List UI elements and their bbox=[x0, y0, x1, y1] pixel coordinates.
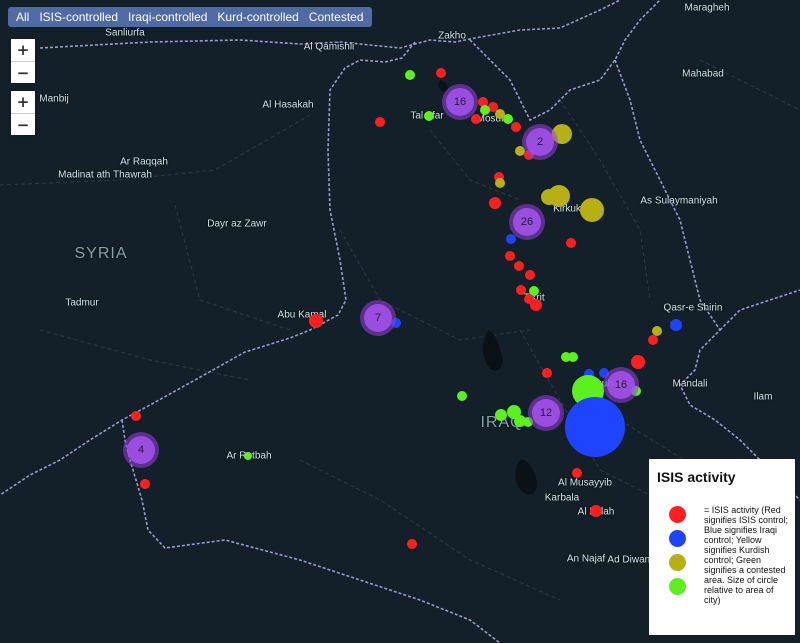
activity-marker-contested[interactable] bbox=[424, 111, 434, 121]
place-label: Al Musayyib bbox=[558, 477, 612, 489]
cluster-marker[interactable]: 16 bbox=[603, 367, 639, 403]
activity-marker-isis[interactable] bbox=[648, 335, 658, 345]
zoom-control-1: + − bbox=[11, 39, 35, 83]
legend-swatch-iraqi bbox=[669, 530, 686, 547]
legend-swatches bbox=[669, 506, 686, 602]
activity-marker-isis[interactable] bbox=[375, 117, 385, 127]
cluster-count: 12 bbox=[532, 399, 560, 427]
place-label: Al Qamishli bbox=[303, 41, 355, 53]
place-label: Dayr az Zawr bbox=[207, 218, 267, 230]
legend-swatch-contested bbox=[669, 578, 686, 595]
zoom-control-2: + − bbox=[11, 91, 35, 135]
place-label: Madinat ath Thawrah bbox=[58, 169, 152, 181]
activity-marker-isis[interactable] bbox=[489, 197, 501, 209]
filter-isis-button[interactable]: ISIS-controlled bbox=[34, 9, 123, 25]
activity-marker-isis[interactable] bbox=[436, 68, 446, 78]
activity-marker-isis[interactable] bbox=[511, 122, 521, 132]
activity-marker-kurd[interactable] bbox=[495, 178, 505, 188]
cluster-marker[interactable]: 4 bbox=[123, 432, 159, 468]
place-label: An Najaf bbox=[566, 553, 606, 565]
legend-swatch-isis bbox=[669, 506, 686, 523]
activity-marker-iraqi[interactable] bbox=[670, 319, 682, 331]
place-label: Ar Raqqah bbox=[120, 156, 168, 168]
filter-contested-button[interactable]: Contested bbox=[304, 9, 369, 25]
cluster-marker[interactable]: 12 bbox=[528, 395, 564, 431]
cluster-count: 16 bbox=[607, 371, 635, 399]
filter-kurd-button[interactable]: Kurd-controlled bbox=[212, 9, 303, 25]
zoom-out-button-2[interactable]: − bbox=[11, 113, 35, 135]
cluster-count: 26 bbox=[513, 208, 541, 236]
place-label: Al Hasakah bbox=[262, 99, 314, 111]
place-label: Ilam bbox=[753, 391, 773, 403]
legend-swatch-kurd bbox=[669, 554, 686, 571]
activity-marker-isis[interactable] bbox=[542, 368, 552, 378]
legend-title: ISIS activity bbox=[657, 469, 736, 485]
activity-marker-isis[interactable] bbox=[516, 285, 526, 295]
place-label: As Sulaymaniyah bbox=[640, 195, 718, 207]
zoom-in-button-2[interactable]: + bbox=[11, 91, 35, 113]
activity-marker-isis[interactable] bbox=[530, 299, 542, 311]
activity-marker-contested[interactable] bbox=[568, 352, 578, 362]
activity-marker-isis[interactable] bbox=[566, 238, 576, 248]
activity-marker-isis[interactable] bbox=[514, 261, 524, 271]
activity-marker-contested[interactable] bbox=[495, 409, 507, 421]
activity-marker-isis[interactable] bbox=[140, 479, 150, 489]
cluster-marker[interactable]: 7 bbox=[360, 300, 396, 336]
filter-iraqi-button[interactable]: Iraqi-controlled bbox=[123, 9, 212, 25]
place-label: Maragheh bbox=[684, 2, 730, 14]
activity-marker-isis[interactable] bbox=[131, 411, 141, 421]
place-label: Mandali bbox=[672, 378, 708, 390]
activity-marker-iraqi[interactable] bbox=[565, 397, 625, 457]
activity-marker-contested[interactable] bbox=[457, 391, 467, 401]
place-label: Tadmur bbox=[65, 297, 99, 309]
place-label: Manbij bbox=[39, 93, 69, 105]
activity-marker-contested[interactable] bbox=[405, 70, 415, 80]
cluster-marker[interactable]: 2 bbox=[522, 124, 558, 160]
filter-bar: All ISIS-controlled Iraqi-controlled Kur… bbox=[8, 7, 372, 27]
cluster-count: 2 bbox=[526, 128, 554, 156]
place-label: Zakho bbox=[438, 30, 466, 42]
activity-marker-isis[interactable] bbox=[631, 355, 645, 369]
activity-marker-contested[interactable] bbox=[244, 452, 252, 460]
place-label: Sanliurfa bbox=[105, 27, 145, 39]
cluster-count: 4 bbox=[127, 436, 155, 464]
activity-marker-kurd[interactable] bbox=[580, 198, 604, 222]
activity-marker-isis[interactable] bbox=[590, 505, 602, 517]
place-label: Mahabad bbox=[682, 68, 724, 80]
zoom-in-button[interactable]: + bbox=[11, 39, 35, 61]
zoom-out-button[interactable]: − bbox=[11, 61, 35, 83]
legend: ISIS activity = ISIS activity (Red signi… bbox=[649, 459, 795, 635]
map-view[interactable]: SYRIA IRAQ Maragheh Sanliurfa Zakho Al Qamish… bbox=[0, 0, 800, 643]
activity-marker-kurd[interactable] bbox=[548, 185, 570, 207]
activity-marker-isis[interactable] bbox=[505, 251, 515, 261]
cluster-marker[interactable]: 26 bbox=[509, 204, 545, 240]
cluster-count: 16 bbox=[446, 88, 474, 116]
filter-all-button[interactable]: All bbox=[11, 9, 34, 25]
activity-marker-isis[interactable] bbox=[572, 468, 582, 478]
activity-marker-contested[interactable] bbox=[480, 105, 490, 115]
legend-description: = ISIS activity (Red signifies ISIS cont… bbox=[704, 505, 789, 605]
activity-marker-isis[interactable] bbox=[407, 539, 417, 549]
place-label: Qasr-e Shirin bbox=[663, 302, 723, 314]
place-label: Karbala bbox=[544, 492, 580, 504]
activity-marker-isis[interactable] bbox=[309, 314, 323, 328]
activity-marker-isis[interactable] bbox=[525, 270, 535, 280]
activity-marker-isis[interactable] bbox=[471, 114, 481, 124]
cluster-count: 7 bbox=[364, 304, 392, 332]
cluster-marker[interactable]: 16 bbox=[442, 84, 478, 120]
country-label: SYRIA bbox=[74, 245, 128, 262]
